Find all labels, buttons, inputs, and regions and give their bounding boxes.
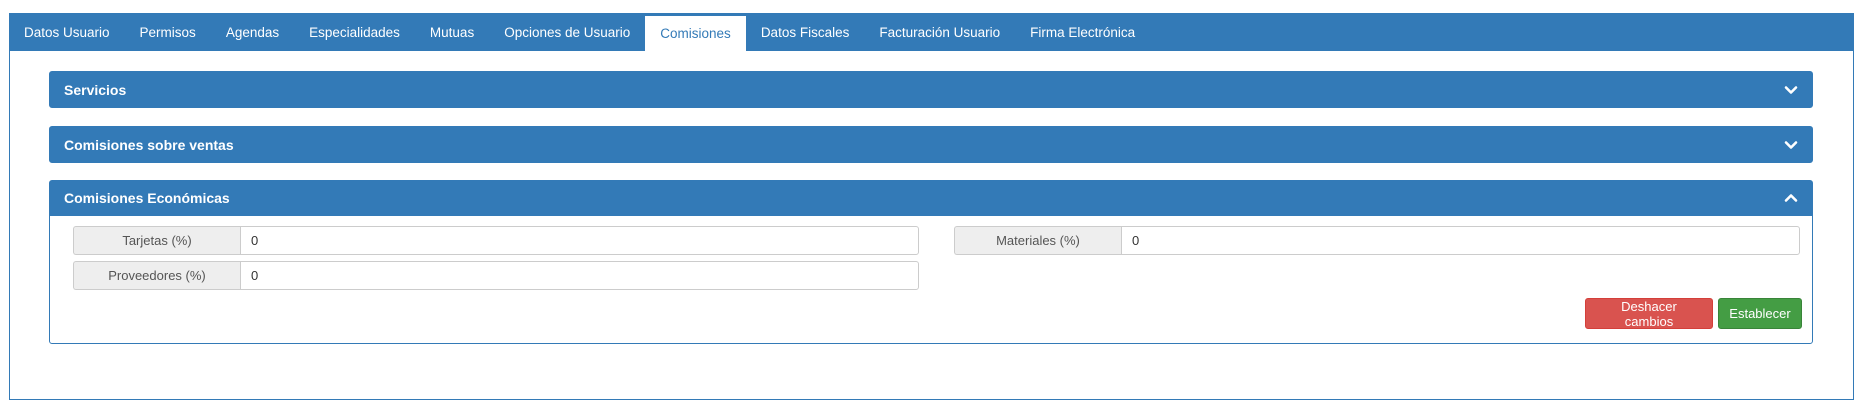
user-settings-frame: Datos Usuario Permisos Agendas Especiali… (9, 13, 1854, 400)
chevron-down-icon[interactable] (1784, 83, 1798, 97)
proveedores-input[interactable] (240, 261, 919, 290)
panel-comisiones-economicas-header[interactable]: Comisiones Económicas (50, 181, 1812, 216)
tab-bar: Datos Usuario Permisos Agendas Especiali… (10, 14, 1853, 51)
tab-datos-usuario[interactable]: Datos Usuario (10, 14, 125, 51)
panel-servicios: Servicios (49, 71, 1813, 108)
panel-comisiones-ventas-title: Comisiones sobre ventas (64, 136, 234, 153)
materiales-input[interactable] (1121, 226, 1800, 255)
panel-comisiones-ventas: Comisiones sobre ventas (49, 126, 1813, 163)
proveedores-field: Proveedores (%) (73, 261, 919, 290)
tab-agendas[interactable]: Agendas (211, 14, 294, 51)
panel-comisiones-economicas: Comisiones Económicas Tarjetas (%) Prove… (49, 180, 1813, 344)
tab-especialidades[interactable]: Especialidades (294, 14, 415, 51)
tab-permisos[interactable]: Permisos (125, 14, 211, 51)
establecer-button[interactable]: Establecer (1718, 298, 1802, 329)
materiales-field: Materiales (%) (954, 226, 1800, 255)
chevron-up-icon[interactable] (1784, 191, 1798, 205)
panel-comisiones-ventas-header[interactable]: Comisiones sobre ventas (50, 127, 1812, 162)
proveedores-label: Proveedores (%) (73, 261, 240, 290)
materiales-label: Materiales (%) (954, 226, 1121, 255)
tarjetas-label: Tarjetas (%) (73, 226, 240, 255)
tarjetas-input[interactable] (240, 226, 919, 255)
tab-firma-electronica[interactable]: Firma Electrónica (1015, 14, 1150, 51)
tab-facturacion-usuario[interactable]: Facturación Usuario (864, 14, 1015, 51)
tab-datos-fiscales[interactable]: Datos Fiscales (746, 14, 865, 51)
tab-opciones-usuario[interactable]: Opciones de Usuario (489, 14, 645, 51)
panel-servicios-header[interactable]: Servicios (50, 72, 1812, 107)
chevron-down-icon[interactable] (1784, 138, 1798, 152)
tarjetas-field: Tarjetas (%) (73, 226, 919, 255)
panel-comisiones-economicas-title: Comisiones Económicas (64, 190, 230, 206)
undo-changes-button[interactable]: Deshacer cambios (1585, 298, 1713, 329)
panel-servicios-title: Servicios (64, 81, 127, 98)
tab-mutuas[interactable]: Mutuas (415, 14, 489, 51)
tab-comisiones[interactable]: Comisiones (645, 16, 746, 51)
